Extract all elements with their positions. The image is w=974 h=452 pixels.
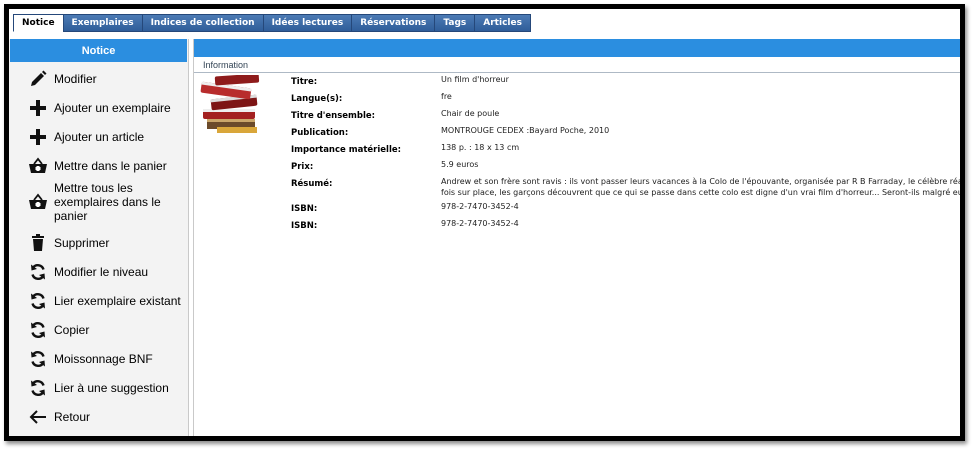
sidebar-header: Notice [10,39,187,62]
section-title: Information [194,57,960,73]
tab-label: Exemplaires [71,18,134,28]
books-icon [197,73,269,135]
sidebar-item-lier-exemplaire[interactable]: Lier exemplaire existant [9,291,187,311]
tab-label: Tags [443,18,467,28]
sidebar-item-label: Ajouter un article [54,130,145,144]
tab-exemplaires[interactable]: Exemplaires [62,14,143,32]
field-label: Publication: [291,128,349,138]
field-value: Un film d'horreur [441,75,509,84]
sidebar-item-mettre-tous-panier[interactable]: Mettre tous les exemplaires dans le pani… [9,180,187,224]
sidebar-item-label: Lier à une suggestion [54,381,169,395]
sidebar-item-ajouter-article[interactable]: Ajouter un article [9,127,187,147]
tab-notice[interactable]: Notice [13,14,64,32]
tab-label: Idées lectures [271,18,344,28]
sidebar-item-label: Copier [54,323,90,337]
refresh-icon [27,377,49,399]
field-value: 978-2-7470-3452-4 [441,202,519,211]
tab-label: Articles [483,18,522,28]
field-label: Titre: [291,77,318,87]
sidebar-item-moissonnage-bnf[interactable]: Moissonnage BNF [9,349,187,369]
field-value: fre [441,92,452,101]
plus-icon [27,97,49,119]
trash-icon [27,232,49,254]
refresh-icon [27,348,49,370]
basket-icon [27,191,49,213]
field-label: ISBN: [291,204,318,214]
sidebar-item-lier-suggestion[interactable]: Lier à une suggestion [9,378,187,398]
field-label: Langue(s): [291,94,343,104]
tab-bar: Notice Exemplaires Indices de collection… [9,9,960,32]
panel-header-bar [194,39,960,57]
field-value: MONTROUGE CEDEX :Bayard Poche, 2010 [441,126,610,135]
window-frame: Notice Exemplaires Indices de collection… [4,4,965,441]
basket-icon [27,155,49,177]
tab-indices-de-collection[interactable]: Indices de collection [141,14,264,32]
sidebar-item-label: Ajouter un exemplaire [54,101,171,115]
sidebar-item-modifier-niveau[interactable]: Modifier le niveau [9,262,187,282]
sidebar-item-ajouter-exemplaire[interactable]: Ajouter un exemplaire [9,98,187,118]
sidebar-item-label: Supprimer [54,236,110,250]
field-label: Résumé: [291,179,333,189]
tab-reservations[interactable]: Réservations [351,14,436,32]
field-value: 5.9 euros [441,160,479,169]
field-label: Prix: [291,162,314,172]
refresh-icon [27,290,49,312]
tab-idees-lectures[interactable]: Idées lectures [262,14,353,32]
sidebar-item-modifier[interactable]: Modifier [9,69,187,89]
tab-label: Notice [22,18,55,28]
sidebar-item-mettre-panier[interactable]: Mettre dans le panier [9,156,187,176]
field-value: 978-2-7470-3452-4 [441,219,519,228]
sidebar-item-label: Mettre tous les exemplaires dans le pani… [54,181,161,223]
field-value: Chair de poule [441,109,500,118]
plus-icon [27,126,49,148]
field-value-continued: fois sur place, les garçons découvrent q… [441,188,960,197]
refresh-icon [27,261,49,283]
field-label: ISBN: [291,221,318,231]
refresh-icon [27,319,49,341]
field-value: 138 p. : 18 x 13 cm [441,143,520,152]
sidebar-item-retour[interactable]: Retour [9,407,187,427]
sidebar-item-label: Mettre dans le panier [54,159,167,173]
pencil-icon [27,68,49,90]
field-label: Importance matérielle: [291,145,402,155]
notice-panel: Information Titre: Un film d'horreur Lan… [193,39,960,436]
sidebar-item-copier[interactable]: Copier [9,320,187,340]
tab-articles[interactable]: Articles [474,14,531,32]
sidebar-item-supprimer[interactable]: Supprimer [9,233,187,253]
tab-label: Indices de collection [150,18,255,28]
field-label: Titre d'ensemble: [291,111,376,121]
sidebar-item-label: Modifier le niveau [54,265,149,279]
sidebar-item-label: Retour [54,410,91,424]
app-window: Notice Exemplaires Indices de collection… [9,9,960,436]
arrow-left-icon [27,406,49,428]
sidebar-item-label: Moissonnage BNF [54,352,153,366]
sidebar-item-label: Lier exemplaire existant [54,294,181,308]
sidebar-item-label: Modifier [54,72,97,86]
tab-tags[interactable]: Tags [434,14,476,32]
tab-label: Réservations [360,18,427,28]
sidebar: Notice Modifier Ajouter un exemplaire Aj… [9,39,189,436]
